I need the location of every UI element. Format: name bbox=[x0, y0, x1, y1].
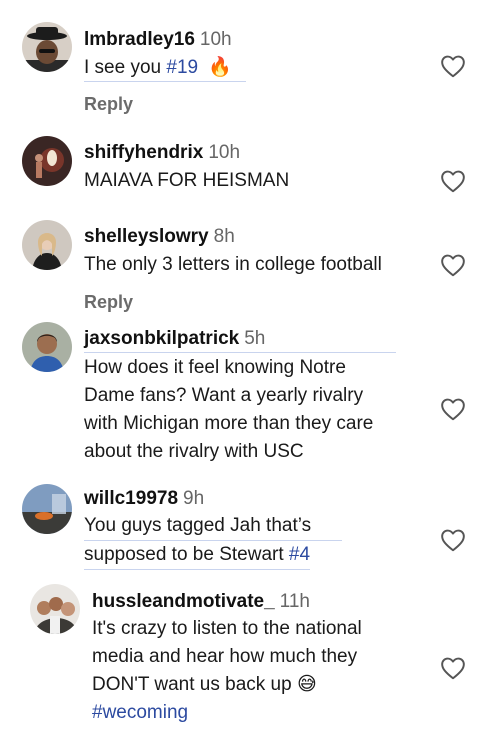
hashtag-link[interactable]: #19 bbox=[166, 57, 198, 78]
avatar[interactable] bbox=[22, 484, 72, 534]
username[interactable]: shelleyslowry bbox=[84, 226, 209, 247]
comment-meta: hussleandmotivate_ 11h bbox=[92, 590, 436, 614]
comment-meta: willc19978 9h bbox=[84, 487, 436, 511]
username[interactable]: lmbradley16 bbox=[84, 29, 195, 50]
comment-line: media and hear how much they bbox=[92, 646, 358, 667]
comment-meta: lmbradley16 10h bbox=[84, 28, 436, 52]
username[interactable]: jaxsonbkilpatrick bbox=[84, 328, 239, 349]
heart-outline-icon bbox=[441, 657, 465, 680]
timestamp: 11h bbox=[279, 591, 310, 612]
timestamp: 10h bbox=[199, 29, 232, 50]
avatar[interactable] bbox=[22, 136, 72, 186]
hashtag-link[interactable]: #4 bbox=[289, 544, 310, 565]
comment-text-body: I see you bbox=[84, 57, 167, 78]
like-button[interactable] bbox=[440, 397, 466, 421]
comment-text: MAIAVA FOR HEISMAN bbox=[84, 170, 290, 191]
comment-line: You guys tagged Jah that’s bbox=[84, 512, 342, 541]
comment-text: It's crazy to listen to the national med… bbox=[92, 615, 436, 727]
username[interactable]: hussleandmotivate_ bbox=[92, 591, 275, 612]
comment-meta: shelleyslowry 8h bbox=[84, 225, 436, 249]
comment-text: I see you #19 🔥 bbox=[84, 54, 436, 82]
comment-meta: jaxsonbkilpatrick 5h bbox=[84, 327, 436, 353]
like-button[interactable] bbox=[440, 169, 466, 193]
like-button[interactable] bbox=[440, 528, 466, 552]
like-button[interactable] bbox=[440, 656, 466, 680]
comment-line: It's crazy to listen to the national bbox=[92, 618, 362, 639]
comment-text: How does it feel knowing Notre Dame fans… bbox=[84, 354, 436, 466]
comment-line: about the rivalry with USC bbox=[84, 441, 304, 462]
comment-text: You guys tagged Jah that’s supposed to b… bbox=[84, 512, 436, 570]
heart-outline-icon bbox=[441, 398, 465, 421]
username[interactable]: willc19978 bbox=[84, 488, 178, 509]
like-button[interactable] bbox=[440, 54, 466, 78]
comment-line: How does it feel knowing Notre bbox=[84, 357, 346, 378]
comment-text: The only 3 letters in college football bbox=[84, 254, 382, 275]
comment-line: DON'T want us back up bbox=[92, 674, 297, 695]
grinning-sweat-emoji-icon: 😅 bbox=[296, 674, 317, 695]
heart-outline-icon bbox=[441, 529, 465, 552]
hashtag-link[interactable]: #wecoming bbox=[92, 702, 188, 723]
heart-outline-icon bbox=[441, 254, 465, 277]
fire-emoji-icon: 🔥 bbox=[208, 57, 232, 78]
reply-button[interactable]: Reply bbox=[84, 292, 133, 313]
username[interactable]: shiffyhendrix bbox=[84, 142, 203, 163]
avatar[interactable] bbox=[22, 22, 72, 72]
comment-line: with Michigan more than they care bbox=[84, 413, 374, 434]
timestamp: 10h bbox=[208, 142, 241, 163]
avatar[interactable] bbox=[22, 220, 72, 270]
comment-line: Dame fans? Want a yearly rivalry bbox=[84, 385, 364, 406]
like-button[interactable] bbox=[440, 253, 466, 277]
comment-meta: shiffyhendrix 10h bbox=[84, 141, 436, 165]
avatar[interactable] bbox=[22, 322, 72, 372]
reply-button[interactable]: Reply bbox=[84, 94, 133, 115]
comment-line: supposed to be Stewart bbox=[84, 544, 289, 565]
heart-outline-icon bbox=[441, 55, 465, 78]
timestamp: 8h bbox=[213, 226, 235, 247]
avatar[interactable] bbox=[30, 584, 80, 634]
heart-outline-icon bbox=[441, 170, 465, 193]
timestamp: 9h bbox=[183, 488, 205, 509]
timestamp: 5h bbox=[244, 328, 266, 349]
